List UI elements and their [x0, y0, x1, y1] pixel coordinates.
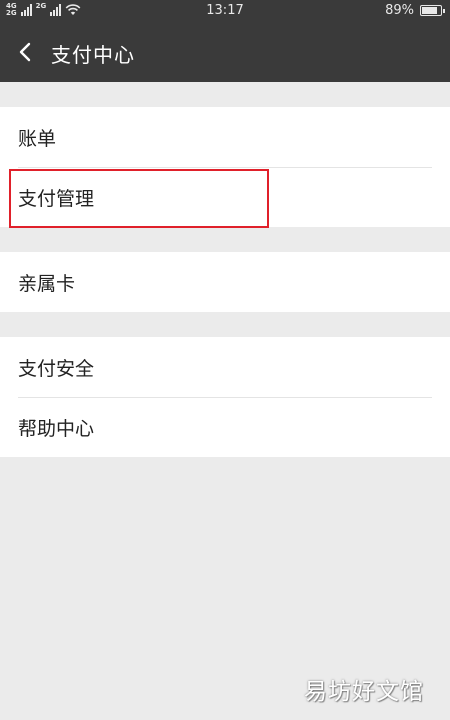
status-bar: 4G 2G 2G 13:17 89%: [0, 0, 450, 22]
battery-icon: [420, 5, 445, 16]
menu-item-label: 支付管理: [18, 187, 95, 210]
menu-group-1: 账单 支付管理: [0, 107, 450, 227]
menu-item-family-card[interactable]: 亲属卡: [0, 252, 450, 312]
title-bar: 支付中心: [0, 22, 450, 82]
menu-item-label: 帮助中心: [18, 417, 95, 440]
menu-item-bill[interactable]: 账单: [0, 107, 450, 167]
menu-item-label: 支付安全: [18, 357, 95, 380]
menu-item-label: 账单: [18, 127, 57, 150]
page-title: 支付中心: [51, 43, 135, 67]
menu-item-help-center[interactable]: 帮助中心: [0, 397, 450, 457]
menu-item-payment-management[interactable]: 支付管理: [0, 167, 450, 227]
screen: 4G 2G 2G 13:17 89% 支付中心 账单 支付管理 亲属卡 支付安全…: [0, 0, 450, 720]
menu-item-label: 亲属卡: [18, 272, 76, 295]
watermark-text: 易坊好文馆: [304, 679, 424, 705]
battery-percent: 89%: [385, 3, 414, 18]
status-right: 89%: [385, 3, 445, 18]
back-chevron-icon[interactable]: [12, 38, 40, 66]
menu-group-3: 支付安全 帮助中心: [0, 337, 450, 457]
top-bar: 4G 2G 2G 13:17 89% 支付中心: [0, 0, 450, 82]
status-time: 13:17: [206, 3, 244, 18]
menu-item-payment-security[interactable]: 支付安全: [0, 337, 450, 397]
menu-group-2: 亲属卡: [0, 252, 450, 312]
